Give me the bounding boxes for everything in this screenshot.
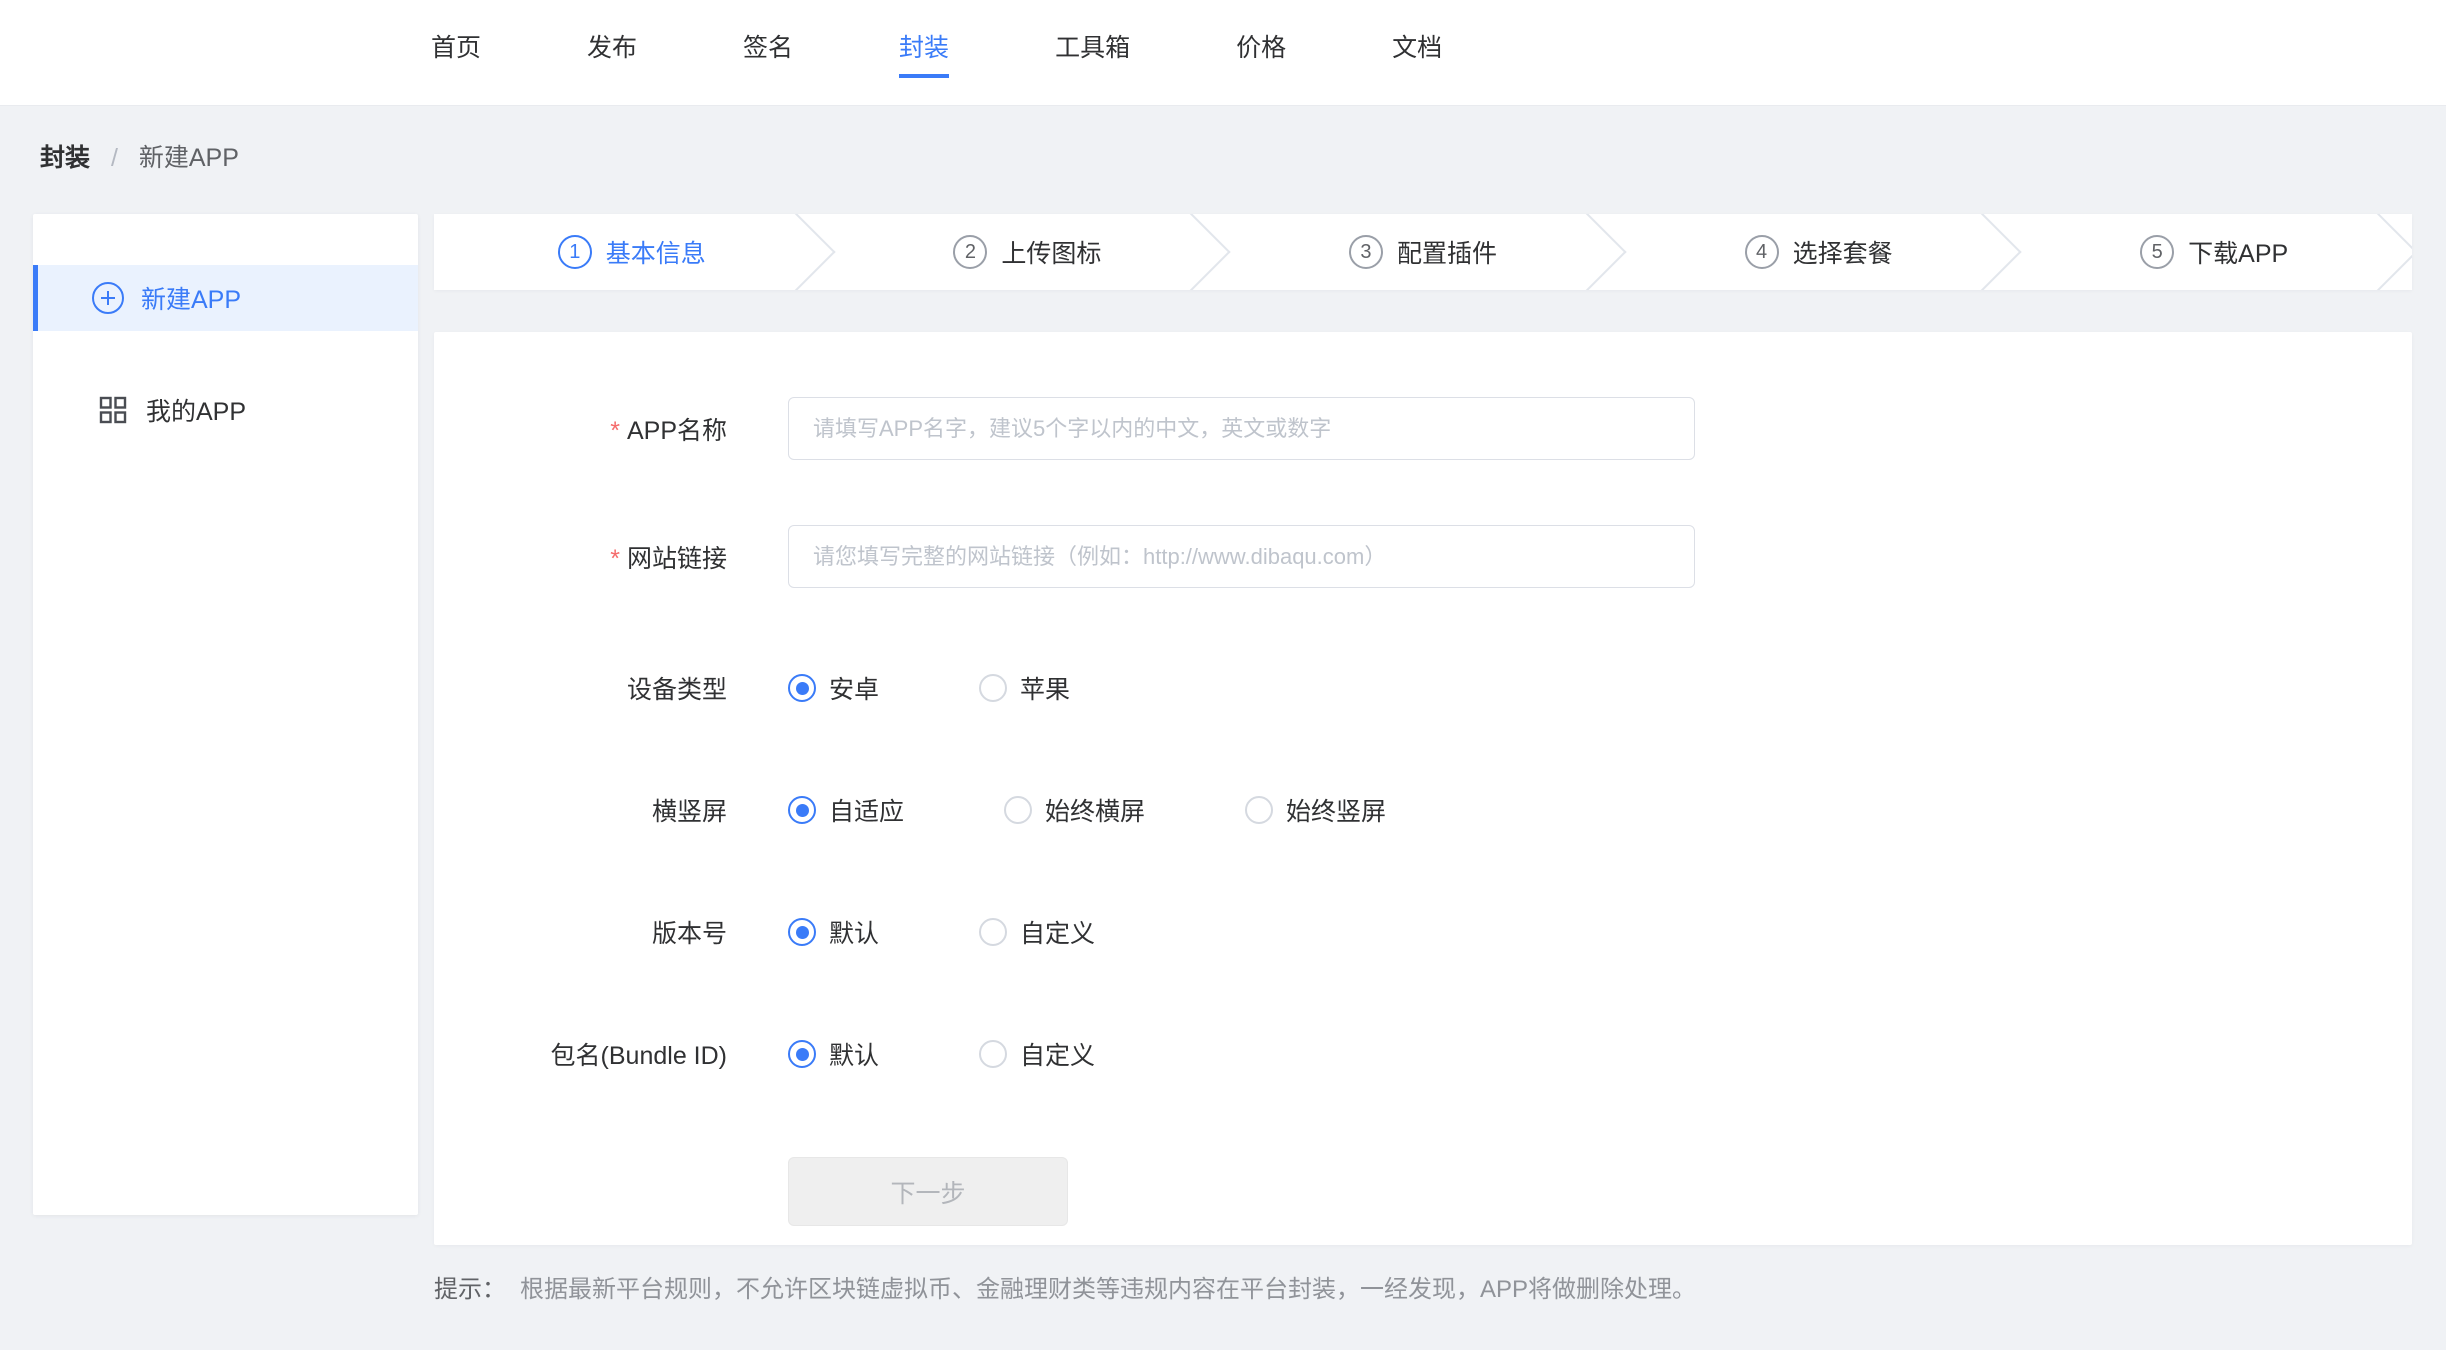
required-mark: * xyxy=(610,417,620,445)
radio-android[interactable]: 安卓 xyxy=(788,670,879,706)
nav-menu: 首页 发布 签名 封装 工具箱 价格 文档 xyxy=(0,28,1442,78)
radio-version-custom[interactable]: 自定义 xyxy=(979,914,1095,950)
radio-label: 苹果 xyxy=(1020,670,1070,706)
required-mark: * xyxy=(610,545,620,573)
step-5-download-app: 5 下载APP xyxy=(2016,214,2412,290)
orientation-label: 横竖屏 xyxy=(434,792,727,828)
field-label-text: APP名称 xyxy=(627,417,727,445)
radio-selected-icon xyxy=(788,674,816,702)
step-label: 选择套餐 xyxy=(1793,234,1893,270)
sidebar-item-label: 新建APP xyxy=(141,280,241,316)
form-row-site-url: *网站链接 xyxy=(434,525,2412,588)
radio-ios[interactable]: 苹果 xyxy=(979,670,1070,706)
nav-item-pricing[interactable]: 价格 xyxy=(1236,28,1286,78)
field-label-text: 网站链接 xyxy=(627,545,727,573)
form-row-app-name: *APP名称 xyxy=(434,397,2412,460)
radio-selected-icon xyxy=(788,796,816,824)
form-row-bundle-id: 包名(Bundle ID) 默认 自定义 xyxy=(434,1036,2412,1072)
step-4-choose-plan: 4 选择套餐 xyxy=(1621,214,2017,290)
sidebar-item-my-app[interactable]: 我的APP xyxy=(33,377,418,443)
content: 新建APP 我的APP 1 基本信息 xyxy=(0,214,2446,1302)
radio-always-landscape[interactable]: 始终横屏 xyxy=(1004,792,1145,828)
tip-prefix: 提示： xyxy=(434,1276,506,1303)
site-url-label: *网站链接 xyxy=(434,539,727,575)
breadcrumb-current: 新建APP xyxy=(139,144,239,172)
radio-version-default[interactable]: 默认 xyxy=(788,914,879,950)
radio-adaptive[interactable]: 自适应 xyxy=(788,792,904,828)
app-name-input[interactable] xyxy=(788,397,1695,460)
step-number: 4 xyxy=(1745,235,1779,269)
nav-item-docs[interactable]: 文档 xyxy=(1392,28,1442,78)
radio-selected-icon xyxy=(788,1040,816,1068)
breadcrumb-separator: / xyxy=(111,144,118,172)
step-number: 2 xyxy=(953,235,987,269)
radio-unselected-icon xyxy=(1004,796,1032,824)
nav-item-package[interactable]: 封装 xyxy=(899,28,949,78)
radio-label: 始终横屏 xyxy=(1045,792,1145,828)
nav-item-home[interactable]: 首页 xyxy=(431,28,481,78)
radio-unselected-icon xyxy=(1245,796,1273,824)
radio-label: 默认 xyxy=(829,1036,879,1072)
device-type-label: 设备类型 xyxy=(434,670,727,706)
radio-unselected-icon xyxy=(979,1040,1007,1068)
radio-bundle-default[interactable]: 默认 xyxy=(788,1036,879,1072)
step-number: 5 xyxy=(2140,235,2174,269)
form-row-submit: 下一步 xyxy=(434,1157,2412,1226)
step-2-upload-icon: 2 上传图标 xyxy=(830,214,1226,290)
page: 首页 发布 签名 封装 工具箱 价格 文档 封装 / 新建APP 新建APP xyxy=(0,0,2446,1302)
form-row-orientation: 横竖屏 自适应 始终横屏 始终竖屏 xyxy=(434,792,2412,828)
platform-rule-tip: 提示： 根据最新平台规则，不允许区块链虚拟币、金融理财类等违规内容在平台封装，一经… xyxy=(434,1278,2412,1302)
steps-bar: 1 基本信息 2 上传图标 3 配置插件 4 选择套餐 5 下载APP xyxy=(434,214,2412,290)
sidebar-item-new-app[interactable]: 新建APP xyxy=(33,265,418,331)
radio-label: 自定义 xyxy=(1020,1036,1095,1072)
sidebar-item-label: 我的APP xyxy=(146,392,246,428)
step-3-configure-plugins: 3 配置插件 xyxy=(1225,214,1621,290)
top-nav: 首页 发布 签名 封装 工具箱 价格 文档 xyxy=(0,0,2446,106)
tip-body: 根据最新平台规则，不允许区块链虚拟币、金融理财类等违规内容在平台封装，一经发现，… xyxy=(520,1276,1696,1303)
radio-unselected-icon xyxy=(979,918,1007,946)
sidebar: 新建APP 我的APP xyxy=(33,214,418,1215)
next-step-button[interactable]: 下一步 xyxy=(788,1157,1068,1226)
form-row-version: 版本号 默认 自定义 xyxy=(434,914,2412,950)
breadcrumb: 封装 / 新建APP xyxy=(0,106,2446,214)
app-name-label: *APP名称 xyxy=(434,411,727,447)
form-row-device-type: 设备类型 安卓 苹果 xyxy=(434,670,2412,706)
step-number: 3 xyxy=(1349,235,1383,269)
step-label: 配置插件 xyxy=(1397,234,1497,270)
nav-item-publish[interactable]: 发布 xyxy=(587,28,637,78)
main-panel: 1 基本信息 2 上传图标 3 配置插件 4 选择套餐 5 下载APP xyxy=(434,214,2412,1302)
step-label: 上传图标 xyxy=(1001,234,1101,270)
nav-item-sign[interactable]: 签名 xyxy=(743,28,793,78)
radio-label: 安卓 xyxy=(829,670,879,706)
version-label: 版本号 xyxy=(434,914,727,950)
step-1-basic-info: 1 基本信息 xyxy=(434,214,830,290)
site-url-input[interactable] xyxy=(788,525,1695,588)
radio-label: 自适应 xyxy=(829,792,904,828)
step-number: 1 xyxy=(558,235,592,269)
radio-label: 默认 xyxy=(829,914,879,950)
radio-always-portrait[interactable]: 始终竖屏 xyxy=(1245,792,1386,828)
form-card: *APP名称 *网站链接 设备类型 安卓 xyxy=(434,332,2412,1245)
plus-circle-icon xyxy=(91,281,125,315)
radio-unselected-icon xyxy=(979,674,1007,702)
bundle-id-label: 包名(Bundle ID) xyxy=(434,1036,727,1072)
step-label: 下载APP xyxy=(2188,234,2288,270)
nav-item-toolbox[interactable]: 工具箱 xyxy=(1055,28,1130,78)
radio-selected-icon xyxy=(788,918,816,946)
step-label: 基本信息 xyxy=(606,234,706,270)
radio-label: 自定义 xyxy=(1020,914,1095,950)
breadcrumb-section[interactable]: 封装 xyxy=(40,144,90,172)
radio-bundle-custom[interactable]: 自定义 xyxy=(979,1036,1095,1072)
radio-label: 始终竖屏 xyxy=(1286,792,1386,828)
grid-icon xyxy=(96,393,130,427)
